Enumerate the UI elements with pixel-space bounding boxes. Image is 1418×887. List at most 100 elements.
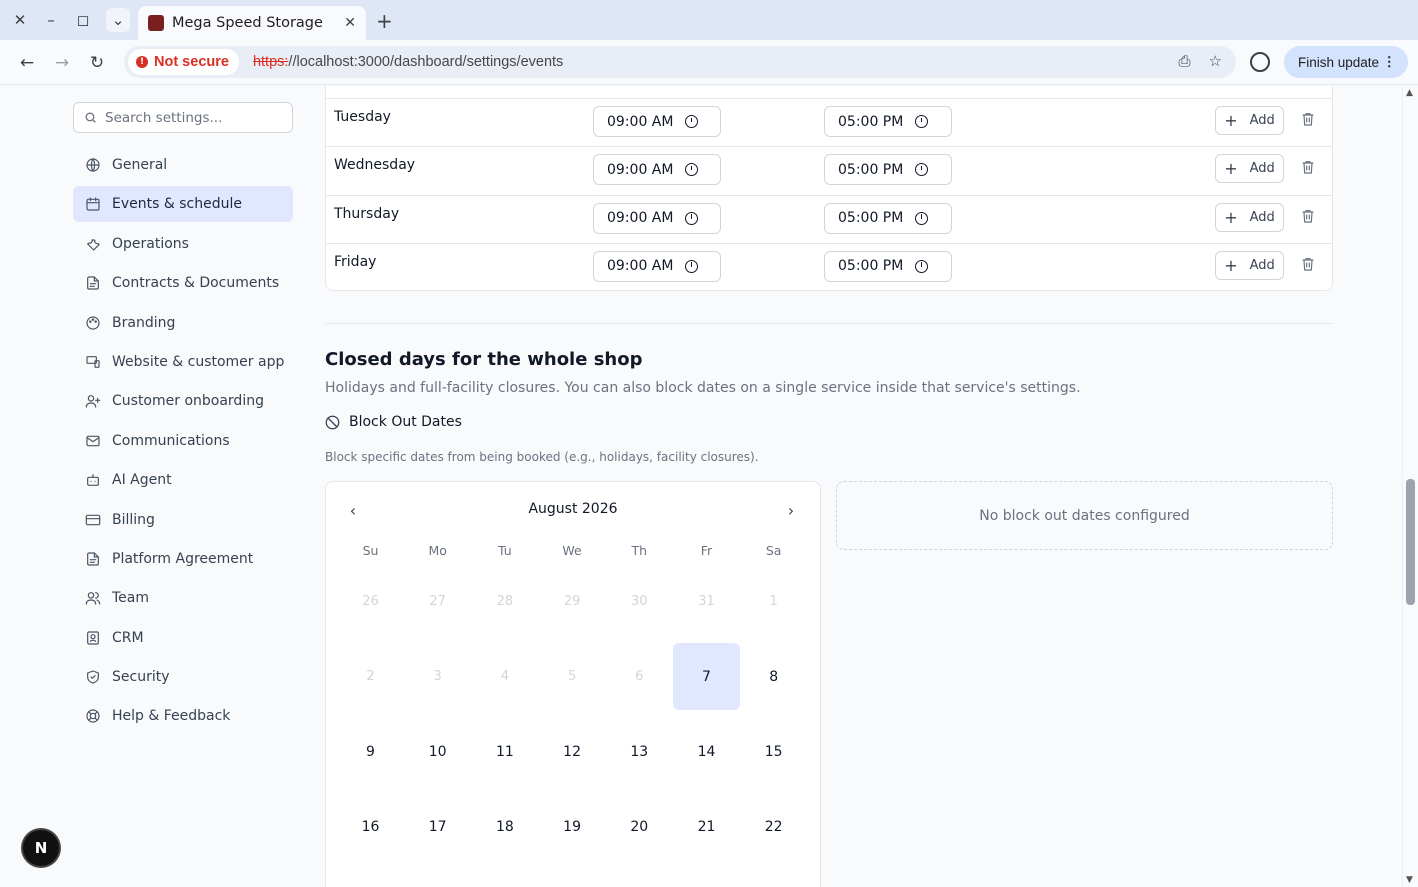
tab-search-chevron-icon[interactable]: ⌄ bbox=[106, 8, 130, 32]
calendar-day: 5 bbox=[567, 669, 577, 684]
sidebar-item-customer-onboarding[interactable]: Customer onboarding bbox=[73, 383, 293, 419]
sidebar-item-contracts-documents[interactable]: Contracts & Documents bbox=[73, 265, 293, 301]
day-name: Wednesday bbox=[334, 157, 416, 174]
calendar-day[interactable]: 21 bbox=[673, 793, 740, 860]
trash-icon[interactable] bbox=[1300, 159, 1316, 175]
open-time-input[interactable]: 09:00 AM bbox=[593, 250, 721, 282]
close-time-input[interactable]: 05:00 PM bbox=[824, 106, 952, 137]
calendar-day[interactable]: 17 bbox=[404, 793, 471, 860]
sidebar-item-branding[interactable]: Branding bbox=[73, 305, 293, 341]
install-app-icon[interactable]: ⎙ bbox=[1179, 52, 1191, 70]
favicon-icon bbox=[148, 15, 164, 31]
clock-icon bbox=[685, 115, 699, 128]
next-dev-badge[interactable]: N bbox=[23, 830, 59, 866]
open-time-input[interactable]: 09:00 AM bbox=[593, 106, 721, 137]
document-icon bbox=[85, 551, 101, 567]
calendar-day[interactable]: 11 bbox=[471, 718, 538, 785]
page-scrollbar[interactable]: ▲ ▼ bbox=[1402, 86, 1418, 887]
day-name: Thursday bbox=[334, 205, 400, 222]
block-out-description: Block specific dates from being booked (… bbox=[325, 450, 759, 464]
calendar-day[interactable]: 16 bbox=[337, 793, 404, 860]
add-hours-button[interactable]: + Add bbox=[1215, 106, 1284, 135]
main-content: Tuesday 09:00 AM 05:00 PM + Add Wednesday 09:0… bbox=[310, 86, 1402, 887]
trash-icon[interactable] bbox=[1300, 111, 1316, 127]
new-tab-icon[interactable]: + bbox=[376, 9, 393, 33]
search-input[interactable] bbox=[105, 109, 275, 126]
plus-icon: + bbox=[1224, 255, 1238, 275]
forward-icon[interactable]: → bbox=[51, 52, 73, 74]
sidebar-item-help-feedback[interactable]: Help & Feedback bbox=[73, 698, 293, 734]
calendar-day[interactable]: 19 bbox=[539, 793, 606, 860]
calendar-day[interactable]: 20 bbox=[606, 793, 673, 860]
sidebar-item-events-schedule[interactable]: Events & schedule bbox=[73, 186, 293, 223]
maximize-icon[interactable]: ◻ bbox=[71, 8, 95, 32]
close-time-input[interactable]: 05:00 PM bbox=[824, 250, 952, 282]
open-time-input[interactable]: 09:00 AM bbox=[593, 202, 721, 234]
sidebar-item-website-customer-app[interactable]: Website & customer app bbox=[73, 344, 293, 380]
empty-block-dates: No block out dates configured bbox=[836, 481, 1333, 550]
settings-search[interactable] bbox=[73, 102, 293, 133]
scroll-up-icon[interactable]: ▲ bbox=[1406, 88, 1413, 98]
finish-update-button[interactable]: Finish update ⋮ bbox=[1284, 46, 1408, 78]
trash-icon[interactable] bbox=[1300, 256, 1316, 272]
calendar-day-selected[interactable]: 7 bbox=[673, 643, 740, 710]
minimize-icon[interactable]: – bbox=[39, 8, 63, 32]
tab-close-icon[interactable]: ✕ bbox=[344, 15, 356, 31]
not-secure-label: Not secure bbox=[154, 54, 229, 70]
back-icon[interactable]: ← bbox=[16, 52, 38, 74]
devices-icon bbox=[85, 354, 101, 370]
weekday-header: Th bbox=[631, 543, 648, 558]
calendar-day[interactable]: 14 bbox=[673, 718, 740, 785]
browser-toolbar: ← → ↻ ! Not secure https://localhost:300… bbox=[0, 40, 1418, 85]
browser-tab[interactable]: Mega Speed Storage ✕ bbox=[138, 6, 366, 40]
sidebar-item-communications[interactable]: Communications bbox=[73, 423, 293, 459]
open-time-input[interactable]: 09:00 AM bbox=[593, 154, 721, 186]
url-text[interactable]: https://localhost:3000/dashboard/setting… bbox=[253, 54, 563, 70]
user-plus-icon bbox=[85, 393, 101, 409]
bookmark-star-icon[interactable]: ☆ bbox=[1209, 52, 1222, 70]
trash-icon[interactable] bbox=[1300, 208, 1316, 224]
sidebar-item-platform-agreement[interactable]: Platform Agreement bbox=[73, 541, 293, 577]
calendar-day[interactable]: 18 bbox=[471, 793, 538, 860]
sidebar-item-billing[interactable]: Billing bbox=[73, 502, 293, 538]
calendar-day[interactable]: 10 bbox=[404, 718, 471, 785]
sidebar-item-team[interactable]: Team bbox=[73, 580, 293, 616]
add-hours-button[interactable]: + Add bbox=[1215, 154, 1284, 184]
calendar-day[interactable]: 8 bbox=[740, 643, 807, 710]
sidebar-item-general[interactable]: General bbox=[73, 147, 293, 183]
calendar-day[interactable]: 22 bbox=[740, 793, 807, 860]
calendar-day[interactable]: 12 bbox=[539, 718, 606, 785]
sidebar-item-security[interactable]: Security bbox=[73, 659, 293, 695]
sidebar-item-ai-agent[interactable]: AI Agent bbox=[73, 462, 293, 498]
section-divider bbox=[325, 323, 1333, 324]
add-hours-button[interactable]: + Add bbox=[1215, 202, 1284, 232]
clock-icon bbox=[685, 163, 699, 177]
scrollbar-thumb[interactable] bbox=[1406, 479, 1415, 605]
calendar-day[interactable]: 13 bbox=[606, 718, 673, 785]
business-hours-card: Tuesday 09:00 AM 05:00 PM + Add Wednesday 09:0… bbox=[325, 86, 1333, 291]
sidebar-item-operations[interactable]: Operations bbox=[73, 226, 293, 262]
close-time-input[interactable]: 05:00 PM bbox=[824, 154, 952, 186]
sidebar-item-label: Events & schedule bbox=[112, 196, 242, 213]
close-time-input[interactable]: 05:00 PM bbox=[824, 202, 952, 234]
not-secure-chip[interactable]: ! Not secure bbox=[128, 49, 239, 75]
next-month-icon[interactable]: › bbox=[781, 500, 801, 520]
plus-icon: + bbox=[1224, 159, 1238, 179]
calendar-day: 1 bbox=[769, 594, 778, 609]
calendar-day[interactable]: 15 bbox=[740, 718, 807, 785]
sidebar-item-crm[interactable]: CRM bbox=[73, 620, 293, 656]
add-hours-button[interactable]: + Add bbox=[1215, 250, 1284, 280]
address-bar[interactable]: ! Not secure https://localhost:3000/dash… bbox=[124, 46, 1236, 78]
day-row: Wednesday 09:00 AM 05:00 PM + Add bbox=[326, 146, 1332, 194]
scroll-down-icon[interactable]: ▼ bbox=[1406, 875, 1413, 885]
close-window-icon[interactable]: ✕ bbox=[8, 8, 32, 32]
calendar-day: 4 bbox=[500, 669, 510, 684]
calendar-day: 30 bbox=[631, 594, 648, 609]
calendar-day: 26 bbox=[362, 594, 379, 609]
calendar-day: 31 bbox=[698, 594, 715, 609]
weekday-header: Su bbox=[362, 543, 379, 558]
calendar-day[interactable]: 9 bbox=[337, 718, 404, 785]
reload-icon[interactable]: ↻ bbox=[86, 52, 108, 74]
profile-icon[interactable] bbox=[1250, 52, 1270, 72]
clock-icon bbox=[915, 115, 929, 128]
